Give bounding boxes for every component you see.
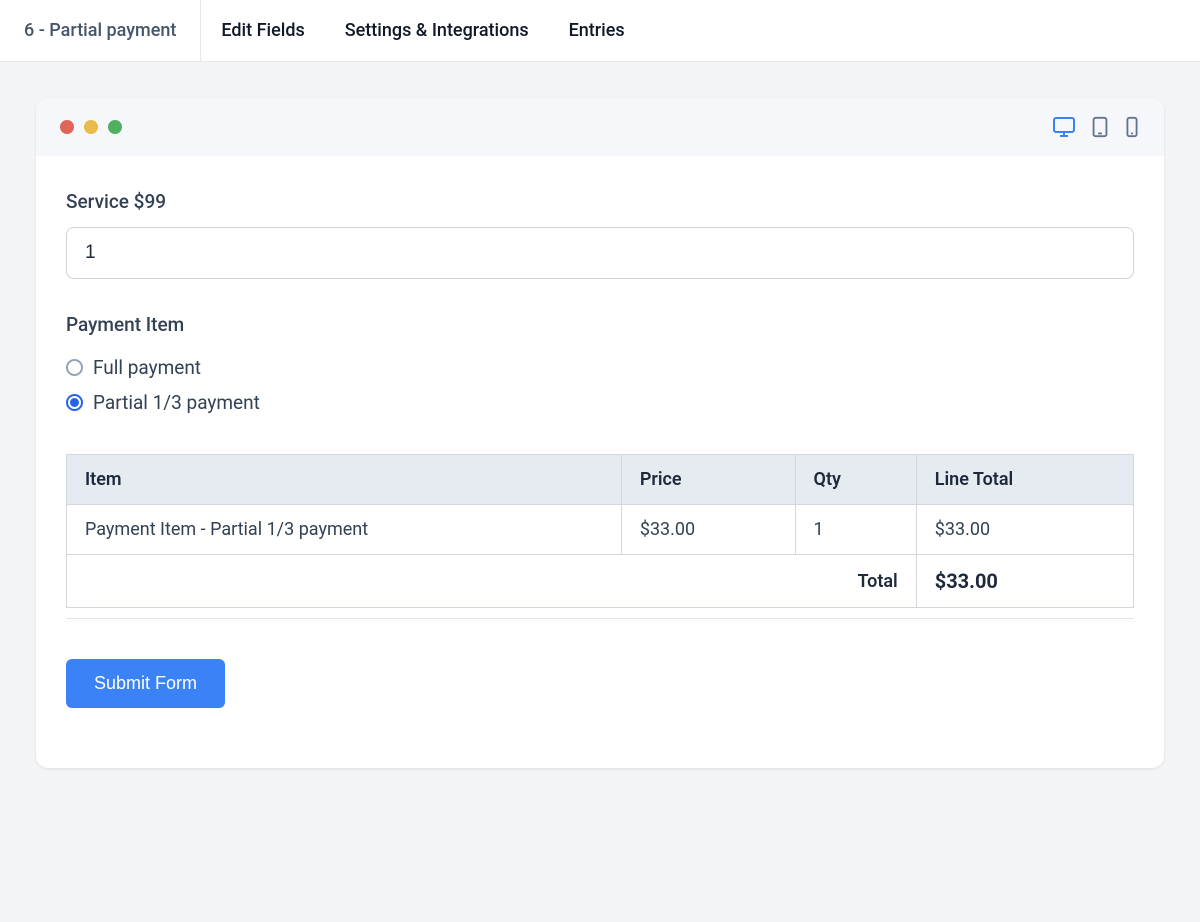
- tab-settings-integrations[interactable]: Settings & Integrations: [325, 0, 549, 61]
- preview-frame: Service $99 Payment Item Full payment Pa…: [36, 98, 1164, 768]
- service-input[interactable]: [66, 227, 1134, 279]
- payment-item-label: Payment Item: [66, 313, 1134, 336]
- service-label: Service $99: [66, 190, 1134, 213]
- content-area: Service $99 Payment Item Full payment Pa…: [0, 62, 1200, 804]
- cell-qty: 1: [795, 505, 916, 555]
- traffic-light-yellow-icon: [84, 120, 98, 134]
- table-row: Payment Item - Partial 1/3 payment $33.0…: [67, 505, 1134, 555]
- submit-button[interactable]: Submit Form: [66, 659, 225, 708]
- frame-header: [36, 98, 1164, 156]
- tablet-icon[interactable]: [1090, 116, 1110, 138]
- divider: [66, 618, 1134, 619]
- cell-line-total: $33.00: [916, 505, 1133, 555]
- desktop-icon[interactable]: [1052, 116, 1076, 138]
- topbar: 6 - Partial payment Edit Fields Settings…: [0, 0, 1200, 62]
- device-switcher: [1052, 116, 1140, 138]
- col-line-total: Line Total: [916, 455, 1133, 505]
- radio-partial-payment[interactable]: Partial 1/3 payment: [66, 385, 1134, 420]
- total-value: $33.00: [916, 555, 1133, 608]
- payment-options: Full payment Partial 1/3 payment: [66, 350, 1134, 420]
- radio-label: Full payment: [93, 356, 201, 379]
- radio-icon: [66, 359, 83, 376]
- form-body: Service $99 Payment Item Full payment Pa…: [36, 156, 1164, 768]
- cell-item: Payment Item - Partial 1/3 payment: [67, 505, 622, 555]
- col-qty: Qty: [795, 455, 916, 505]
- radio-label: Partial 1/3 payment: [93, 391, 260, 414]
- page-title: 6 - Partial payment: [0, 0, 201, 61]
- radio-icon: [66, 394, 83, 411]
- col-item: Item: [67, 455, 622, 505]
- traffic-lights: [60, 120, 122, 134]
- radio-full-payment[interactable]: Full payment: [66, 350, 1134, 385]
- mobile-icon[interactable]: [1124, 116, 1140, 138]
- total-label: Total: [67, 555, 917, 608]
- table-header-row: Item Price Qty Line Total: [67, 455, 1134, 505]
- summary-table: Item Price Qty Line Total Payment Item -…: [66, 454, 1134, 608]
- traffic-light-red-icon: [60, 120, 74, 134]
- col-price: Price: [621, 455, 795, 505]
- tab-edit-fields[interactable]: Edit Fields: [201, 0, 324, 61]
- table-total-row: Total $33.00: [67, 555, 1134, 608]
- cell-price: $33.00: [621, 505, 795, 555]
- tab-entries[interactable]: Entries: [549, 0, 645, 61]
- traffic-light-green-icon: [108, 120, 122, 134]
